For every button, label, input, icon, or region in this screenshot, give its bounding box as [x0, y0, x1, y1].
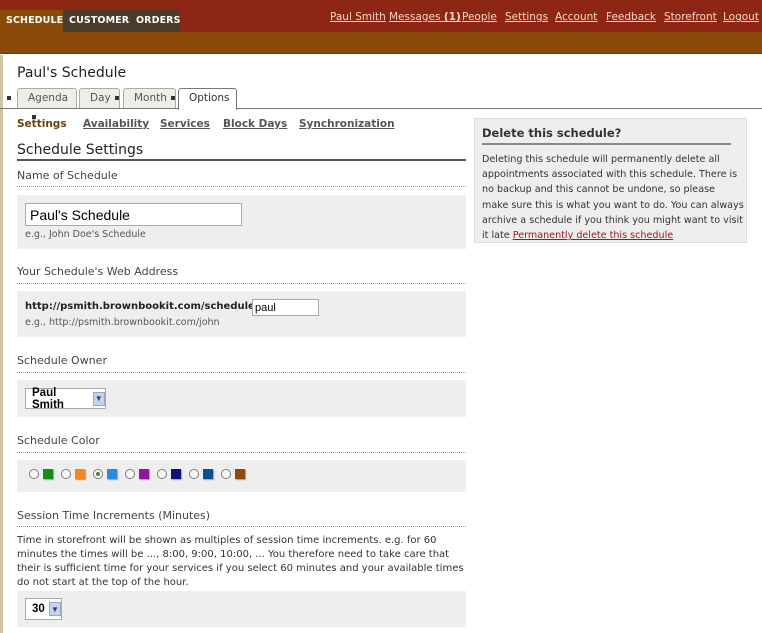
owner-label: Schedule Owner [17, 354, 107, 367]
divider [17, 283, 466, 284]
session-group: 30 ▼ [17, 591, 466, 627]
messages-count: (1) [443, 11, 461, 23]
people-link[interactable]: People [462, 11, 497, 23]
color-radio[interactable] [93, 469, 103, 479]
divider [17, 372, 466, 373]
color-swatch [75, 469, 85, 479]
tab-label: Month [134, 92, 167, 104]
tab-options[interactable]: Options [178, 88, 237, 110]
color-swatch [139, 469, 149, 479]
web-address-input[interactable] [252, 299, 319, 316]
tab-month[interactable]: Month [123, 88, 176, 109]
color-radio[interactable] [189, 469, 199, 479]
feedback-link[interactable]: Feedback [606, 11, 656, 23]
page-title: Paul's Schedule [17, 65, 127, 81]
messages-label: Messages [389, 11, 441, 23]
tab-marker [114, 96, 119, 100]
sub-nav-bar [0, 32, 762, 54]
settings-link[interactable]: Settings [505, 11, 548, 23]
color-options [21, 469, 245, 479]
delete-schedule-panel: Delete this schedule? Deleting this sche… [474, 118, 747, 243]
session-select[interactable]: 30 ▼ [25, 598, 62, 620]
session-description: Time in storefront will be shown as mult… [17, 535, 464, 588]
name-field-group: e.g., John Doe's Schedule [17, 195, 466, 249]
tab-label: Day [90, 92, 111, 104]
delete-title: Delete this schedule? [482, 126, 622, 140]
color-swatch [203, 469, 213, 479]
owner-group: Paul Smith ▼ [17, 380, 466, 417]
page-edge [0, 55, 3, 633]
tab-divider [0, 108, 762, 109]
tab-marker [7, 96, 11, 100]
subnav-block-days[interactable]: Block Days [223, 118, 287, 130]
subnav-synchronization[interactable]: Synchronization [299, 118, 395, 130]
heading-divider [17, 159, 466, 161]
chevron-down-icon: ▼ [48, 602, 61, 616]
web-address-label: Your Schedule's Web Address [17, 265, 179, 278]
tab-day[interactable]: Day [79, 88, 120, 109]
color-swatch [43, 469, 53, 479]
section-heading: Schedule Settings [17, 142, 144, 158]
storefront-link[interactable]: Storefront [664, 11, 717, 23]
color-radio[interactable] [125, 469, 135, 479]
color-label: Schedule Color [17, 434, 100, 447]
color-radio[interactable] [29, 469, 39, 479]
user-link[interactable]: Paul Smith [330, 11, 386, 23]
web-address-hint: e.g., http://psmith.brownbookit.com/john [25, 317, 220, 328]
color-radio[interactable] [157, 469, 167, 479]
tab-agenda[interactable]: Agenda [17, 88, 77, 119]
subnav-services[interactable]: Services [160, 118, 210, 130]
color-radio[interactable] [61, 469, 71, 479]
session-value: 30 [32, 603, 45, 615]
divider [17, 452, 466, 453]
web-address-prefix: http://psmith.brownbookit.com/schedules/ [25, 301, 265, 312]
tab-marker [170, 96, 175, 100]
divider [17, 526, 466, 527]
subnav-availability[interactable]: Availability [83, 118, 149, 130]
messages-link[interactable]: Messages (1) [389, 11, 461, 23]
account-link[interactable]: Account [555, 11, 597, 23]
chevron-down-icon: ▼ [92, 391, 105, 406]
owner-select[interactable]: Paul Smith ▼ [25, 386, 106, 411]
color-radio[interactable] [221, 469, 231, 479]
name-label: Name of Schedule [17, 169, 118, 182]
web-address-group: http://psmith.brownbookit.com/schedules/… [17, 291, 466, 337]
color-group [17, 460, 466, 492]
logout-link[interactable]: Logout [723, 11, 759, 23]
nav-tab-orders[interactable]: ORDERS [130, 10, 180, 32]
delete-divider [482, 143, 731, 145]
color-swatch [107, 469, 117, 479]
color-swatch [235, 469, 245, 479]
delete-description: Deleting this schedule will permanently … [482, 154, 744, 242]
delete-text: Deleting this schedule will permanently … [482, 152, 744, 243]
subnav-settings[interactable]: Settings [17, 118, 67, 130]
schedule-name-input[interactable] [25, 203, 242, 226]
permanently-delete-link[interactable]: Permanently delete this schedule [513, 230, 673, 241]
session-label: Session Time Increments (Minutes) [17, 509, 211, 522]
divider [17, 186, 466, 187]
name-hint: e.g., John Doe's Schedule [25, 229, 146, 240]
tab-label: Agenda [28, 92, 69, 104]
color-swatch [171, 469, 181, 479]
owner-value: Paul Smith [32, 386, 64, 411]
